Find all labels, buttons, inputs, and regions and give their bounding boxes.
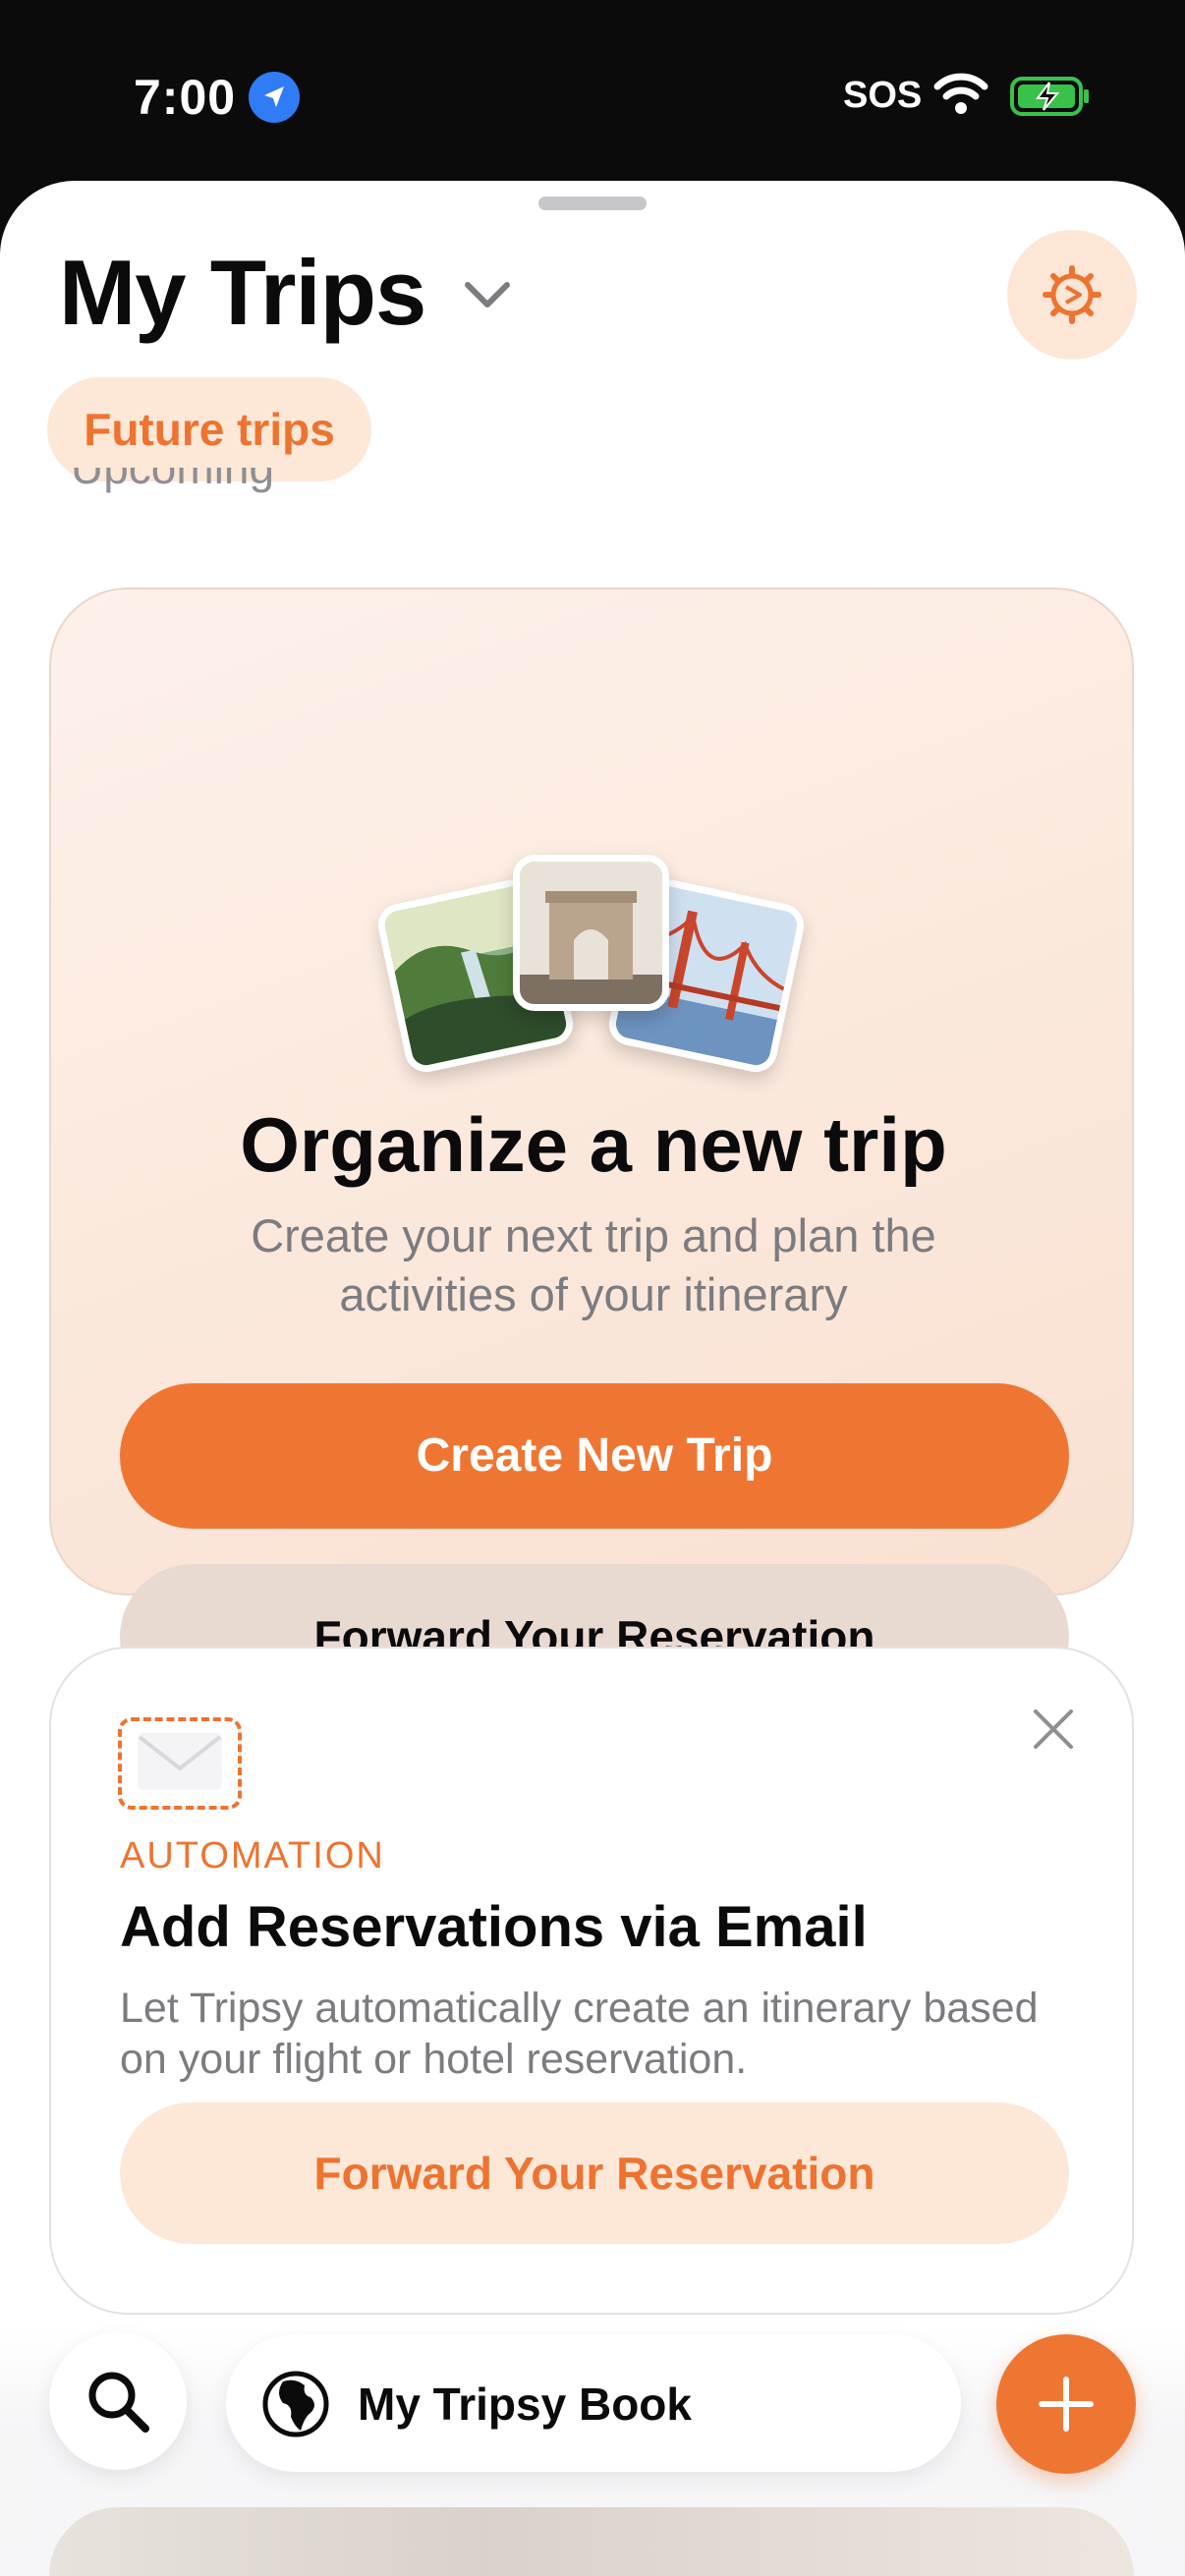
status-bar: 7:00 SOS xyxy=(0,0,1185,187)
add-button[interactable] xyxy=(996,2334,1136,2474)
search-icon xyxy=(88,2372,149,2433)
automation-eyebrow: AUTOMATION xyxy=(120,1835,385,1876)
gear-icon xyxy=(1043,265,1101,324)
battery-icon xyxy=(1010,77,1089,116)
tripsy-book-label: My Tripsy Book xyxy=(358,2379,692,2430)
chevron-down-icon[interactable] xyxy=(462,279,513,310)
settings-button[interactable] xyxy=(1007,230,1137,360)
search-button[interactable] xyxy=(49,2332,187,2470)
arc-de-triomphe-photo xyxy=(513,855,669,1011)
sos-label: SOS xyxy=(843,75,923,116)
organize-trip-card: Organize a new trip Create your next tri… xyxy=(49,588,1134,1709)
automation-title: Add Reservations via Email xyxy=(120,1895,868,1959)
section-label-upcoming: Upcoming xyxy=(71,468,275,493)
plus-icon xyxy=(1039,2377,1094,2432)
sheet-grabber[interactable] xyxy=(538,196,647,210)
promo-subtitle: Create your next trip and plan the activ… xyxy=(251,1209,936,1320)
forward-reservation-email-button[interactable]: Forward Your Reservation xyxy=(120,2102,1069,2244)
future-trips-filter[interactable]: Future trips xyxy=(47,377,371,481)
automation-card: AUTOMATION Add Reservations via Email Le… xyxy=(49,1647,1134,2315)
globe-icon xyxy=(262,2371,329,2437)
status-time: 7:00 xyxy=(134,70,237,125)
close-icon[interactable] xyxy=(1030,1706,1077,1753)
automation-description: Let Tripsy automatically create an itine… xyxy=(120,1985,1039,2083)
promo-title: Organize a new trip xyxy=(240,1101,947,1188)
tripsy-book-button[interactable]: My Tripsy Book xyxy=(226,2334,961,2472)
trips-sheet: My Trips Future trips Upcoming Organize … xyxy=(0,181,1185,2576)
tripsy-book-card-peek[interactable] xyxy=(49,2507,1134,2576)
create-new-trip-button[interactable]: Create New Trip xyxy=(120,1383,1069,1529)
wifi-icon xyxy=(933,73,988,114)
location-icon xyxy=(249,72,300,123)
page-title[interactable]: My Trips xyxy=(59,240,426,346)
mail-icon xyxy=(118,1717,242,1810)
